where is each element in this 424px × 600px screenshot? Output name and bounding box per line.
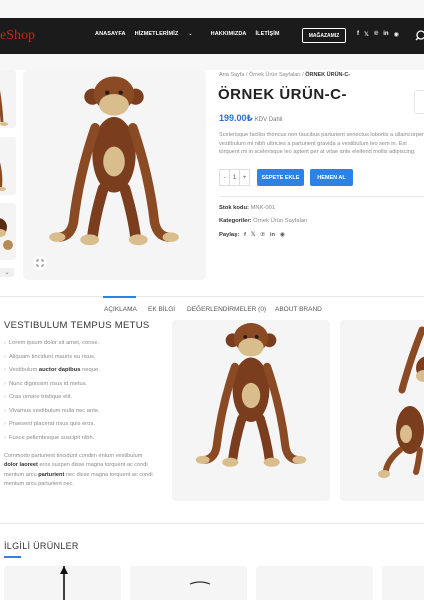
- nav-item-about[interactable]: HAKKIMIZDA: [211, 31, 247, 37]
- search-icon[interactable]: [415, 29, 424, 41]
- list-item: › Vestibulum auctor dapibus neque.: [4, 367, 100, 373]
- header-socials: f 𝕏 ℗ in ◉: [357, 31, 399, 38]
- product-price: 199.00₺ KDV Dahil: [219, 113, 283, 123]
- related-product-card[interactable]: [130, 566, 247, 600]
- expand-icon: [36, 259, 44, 267]
- store-button[interactable]: MAĞAZAMIZ: [302, 28, 346, 43]
- chevron-right-icon: ›: [4, 340, 6, 346]
- list-item: › Fusce pellentesque suscipit nibh.: [4, 434, 95, 441]
- monkey-image: [23, 70, 206, 280]
- telegram-icon[interactable]: ◉: [280, 232, 285, 238]
- divider: [219, 196, 424, 197]
- nav-item-contact[interactable]: İLETİŞİM: [255, 31, 279, 37]
- quantity-stepper: - 1 +: [219, 169, 250, 186]
- qty-plus-button[interactable]: +: [240, 170, 249, 185]
- nav-item-home[interactable]: ANASAYFA: [95, 31, 126, 37]
- list-item: › Aliquam tincidunt mauris eu risus.: [4, 353, 96, 360]
- gallery-thumb-3[interactable]: [0, 203, 16, 260]
- description-image-2: [340, 320, 424, 501]
- chevron-down-icon: ⌄: [4, 270, 10, 276]
- hanging-monkey-image: [378, 326, 424, 478]
- chevron-right-icon: ›: [4, 380, 6, 387]
- tax-note: KDV Dahil: [254, 117, 283, 123]
- product-title: ÖRNEK ÜRÜN-C-: [218, 86, 347, 103]
- twitter-icon[interactable]: 𝕏: [251, 232, 256, 238]
- title-underline: [4, 556, 21, 558]
- breadcrumb-category[interactable]: Örnek Ürün Sayfaları: [249, 72, 301, 78]
- facebook-icon[interactable]: f: [357, 31, 359, 38]
- tab-additional-info[interactable]: EK BİLGİ: [148, 306, 175, 313]
- list-item: › Lorem ipsum dolor sit amet, conse.: [4, 340, 100, 346]
- related-product-card[interactable]: [382, 566, 424, 600]
- sku-row: Stok kodu: MNK-001: [219, 205, 276, 211]
- product-image: [189, 581, 211, 585]
- telegram-icon[interactable]: ◉: [394, 31, 399, 38]
- tab-reviews[interactable]: DEĞERLENDİRMELER (0): [187, 306, 266, 313]
- side-action-button[interactable]: [414, 90, 424, 114]
- chevron-right-icon: ›: [4, 421, 6, 427]
- gallery-thumb-1[interactable]: [0, 70, 16, 128]
- list-item: › Vivamus vestibulum nulla nec ante.: [4, 407, 100, 414]
- twitter-icon[interactable]: 𝕏: [364, 31, 369, 38]
- divider: [0, 523, 424, 524]
- thumb-image: [0, 218, 13, 250]
- related-products-title: İLGİLİ ÜRÜNLER: [4, 541, 79, 551]
- gallery-thumb-2[interactable]: [0, 137, 16, 195]
- chevron-right-icon: ›: [4, 353, 6, 360]
- breadcrumb-current: ÖRNEK ÜRÜN-C-: [305, 72, 351, 78]
- monkey-image: [172, 320, 330, 501]
- related-product-card[interactable]: [4, 566, 121, 600]
- linkedin-icon[interactable]: in: [383, 31, 388, 38]
- linkedin-icon[interactable]: in: [270, 232, 275, 238]
- breadcrumb: Ana Sayfa / Örnek Ürün Sayfaları / ÖRNEK…: [219, 72, 351, 78]
- related-product-card[interactable]: [256, 566, 373, 600]
- thumb-image: [0, 162, 6, 191]
- chevron-right-icon: ›: [4, 394, 6, 400]
- description-paragraph: Commodo parturient tincidunt condim entu…: [4, 453, 153, 488]
- thumb-image: [0, 90, 8, 126]
- chevron-right-icon: ›: [4, 367, 6, 373]
- gallery-down-button[interactable]: ⌄: [0, 268, 14, 277]
- pinterest-icon[interactable]: ℗: [374, 31, 378, 38]
- list-item: › Cras ornare tristique elit.: [4, 394, 73, 400]
- qty-minus-button[interactable]: -: [220, 170, 229, 185]
- tabs-divider: [0, 296, 424, 297]
- pinterest-icon[interactable]: ℗: [261, 232, 265, 238]
- product-main-image[interactable]: [23, 70, 206, 280]
- chevron-down-icon: ⌄: [188, 31, 193, 37]
- facebook-icon[interactable]: f: [244, 232, 246, 238]
- buy-now-button[interactable]: HEMEN AL: [310, 169, 353, 186]
- categories-row: Kategoriler: Örnek Ürün Sayfaları: [219, 218, 308, 224]
- nav-item-services[interactable]: HİZMETLERİMİZ ⌄: [135, 31, 202, 37]
- chevron-right-icon: ›: [4, 434, 6, 441]
- short-description: Scelerisque facilisi rhoncus non faucibu…: [219, 132, 424, 156]
- qty-input[interactable]: 1: [229, 170, 240, 185]
- category-link[interactable]: Örnek Ürün Sayfaları: [253, 218, 307, 224]
- description-title: VESTIBULUM TEMPUS METUS: [4, 320, 150, 331]
- breadcrumb-home[interactable]: Ana Sayfa: [219, 72, 244, 78]
- description-image-1: [172, 320, 330, 501]
- tab-about-brand[interactable]: ABOUT BRAND: [275, 306, 322, 313]
- product-image: [60, 566, 68, 600]
- add-to-cart-button[interactable]: SEPETE EKLE: [257, 169, 304, 186]
- main-nav: ANASAYFA HİZMETLERİMİZ ⌄ HAKKIMIZDA İLETİ…: [95, 31, 289, 37]
- list-item: › Nunc dignissim risus id metus.: [4, 380, 88, 387]
- chevron-right-icon: ›: [4, 407, 6, 414]
- list-item: › Praesent placerat risus quis eros.: [4, 421, 95, 427]
- zoom-button[interactable]: [33, 256, 47, 270]
- active-tab-indicator: [103, 296, 136, 298]
- share-row: Paylaş: f 𝕏 ℗ in ◉: [219, 232, 286, 238]
- tab-description[interactable]: AÇIKLAMA: [104, 306, 137, 313]
- site-logo[interactable]: eShop: [0, 28, 35, 44]
